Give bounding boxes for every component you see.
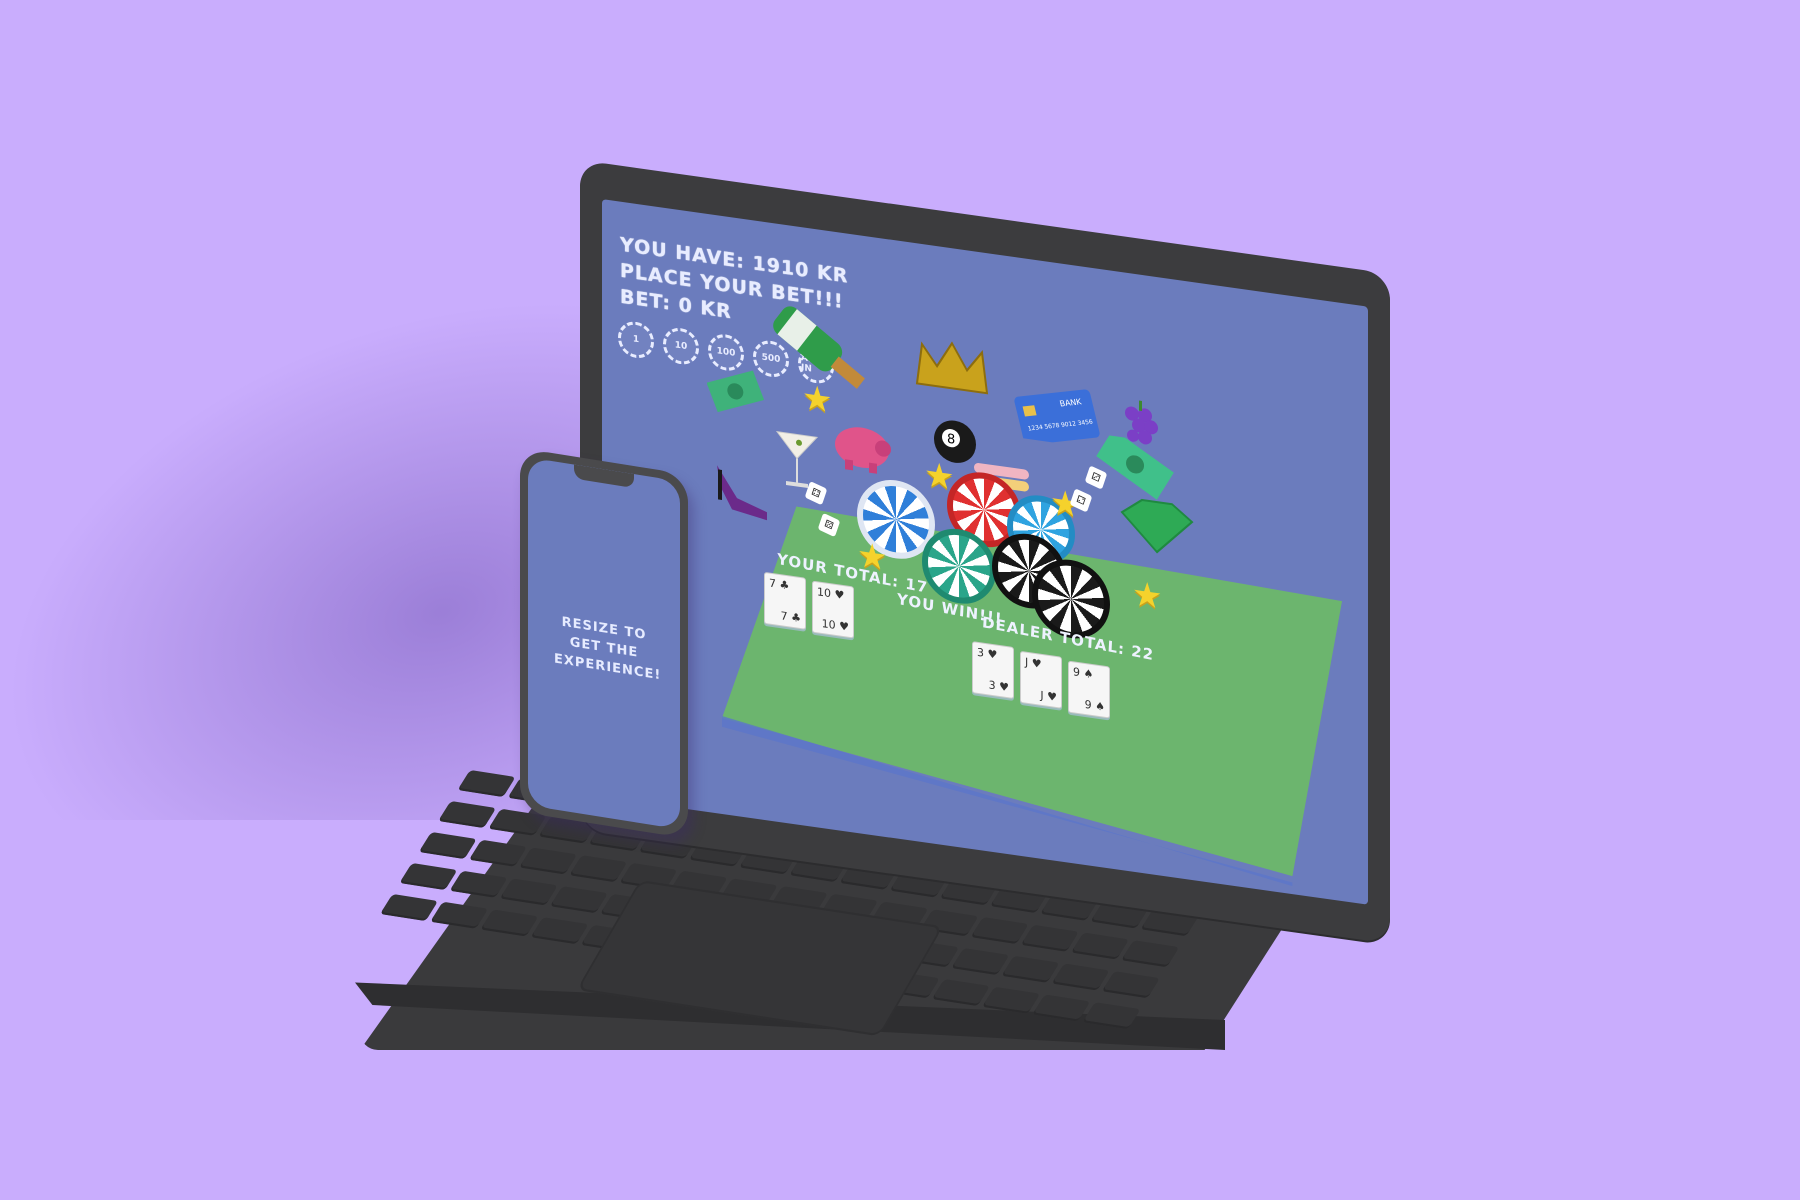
phone-screen: RESIZE TO GET THE EXPERIENCE!: [528, 457, 680, 830]
player-card: 10 ♥ 10 ♥: [812, 580, 854, 639]
dealer-card: 3 ♥ 3 ♥: [972, 641, 1014, 699]
keyboard-key[interactable]: [970, 917, 1029, 945]
player-card: 7 ♣ 7 ♣: [764, 571, 806, 630]
phone-notch: [574, 464, 634, 489]
keyboard-key[interactable]: [430, 901, 489, 929]
keyboard-key[interactable]: [468, 839, 528, 867]
chip-button-1[interactable]: 1: [618, 319, 654, 361]
keyboard-key[interactable]: [418, 832, 477, 860]
keyboard-key[interactable]: [449, 870, 508, 898]
star-icon: ★: [1132, 573, 1163, 618]
laptop-lid: YOU HAVE: 1910 KR PLACE YOUR BET!!! BET:…: [580, 160, 1390, 944]
keyboard-key[interactable]: [1001, 955, 1060, 983]
star-icon: ★: [802, 377, 833, 422]
keyboard-key[interactable]: [931, 979, 990, 1007]
keyboard-key[interactable]: [951, 948, 1010, 976]
resize-message: RESIZE TO GET THE EXPERIENCE!: [554, 614, 662, 684]
emerald-gem-icon: [1120, 498, 1194, 554]
keyboard-key[interactable]: [519, 847, 578, 875]
game-screen[interactable]: YOU HAVE: 1910 KR PLACE YOUR BET!!! BET:…: [602, 199, 1368, 905]
crown-icon: [915, 341, 989, 395]
keyboard-key[interactable]: [1051, 963, 1110, 991]
dice-icon: ⚃: [804, 481, 828, 506]
keyboard-key[interactable]: [982, 986, 1041, 1014]
keyboard-key[interactable]: [499, 878, 558, 906]
chip-button-10[interactable]: 10: [663, 325, 699, 367]
keyboard-key[interactable]: [438, 801, 497, 829]
keyboard-key[interactable]: [1070, 932, 1130, 960]
high-heel-icon: [717, 465, 767, 521]
eight-ball-number: 8: [947, 432, 955, 448]
credit-card-icon: BANK 1234 5678 9012 3456: [1014, 389, 1100, 445]
piggy-bank-icon: [835, 427, 891, 474]
keyboard-key[interactable]: [480, 909, 539, 937]
keyboard-key[interactable]: [380, 894, 439, 922]
keyboard-key[interactable]: [399, 863, 458, 891]
keyboard-key[interactable]: [1032, 994, 1091, 1022]
money-bill-icon: [707, 370, 765, 413]
dealer-card: 9 ♠ 9 ♠: [1068, 660, 1110, 719]
keyboard-key[interactable]: [569, 855, 628, 883]
star-icon: ★: [924, 454, 955, 499]
keyboard-key[interactable]: [1020, 924, 1079, 952]
dealer-card: J ♥ J ♥: [1020, 650, 1062, 709]
keyboard-key[interactable]: [549, 886, 609, 914]
keyboard-key[interactable]: [530, 917, 589, 945]
phone-device: RESIZE TO GET THE EXPERIENCE!: [520, 448, 688, 839]
